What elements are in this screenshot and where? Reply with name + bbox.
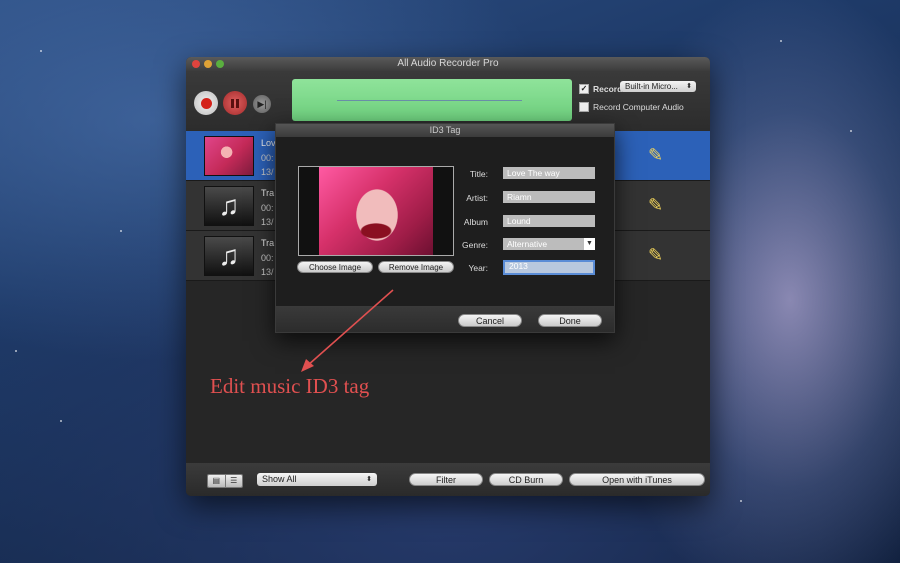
annotation-caption: Edit music ID3 tag [210,374,370,398]
annotation-arrow [301,289,394,372]
